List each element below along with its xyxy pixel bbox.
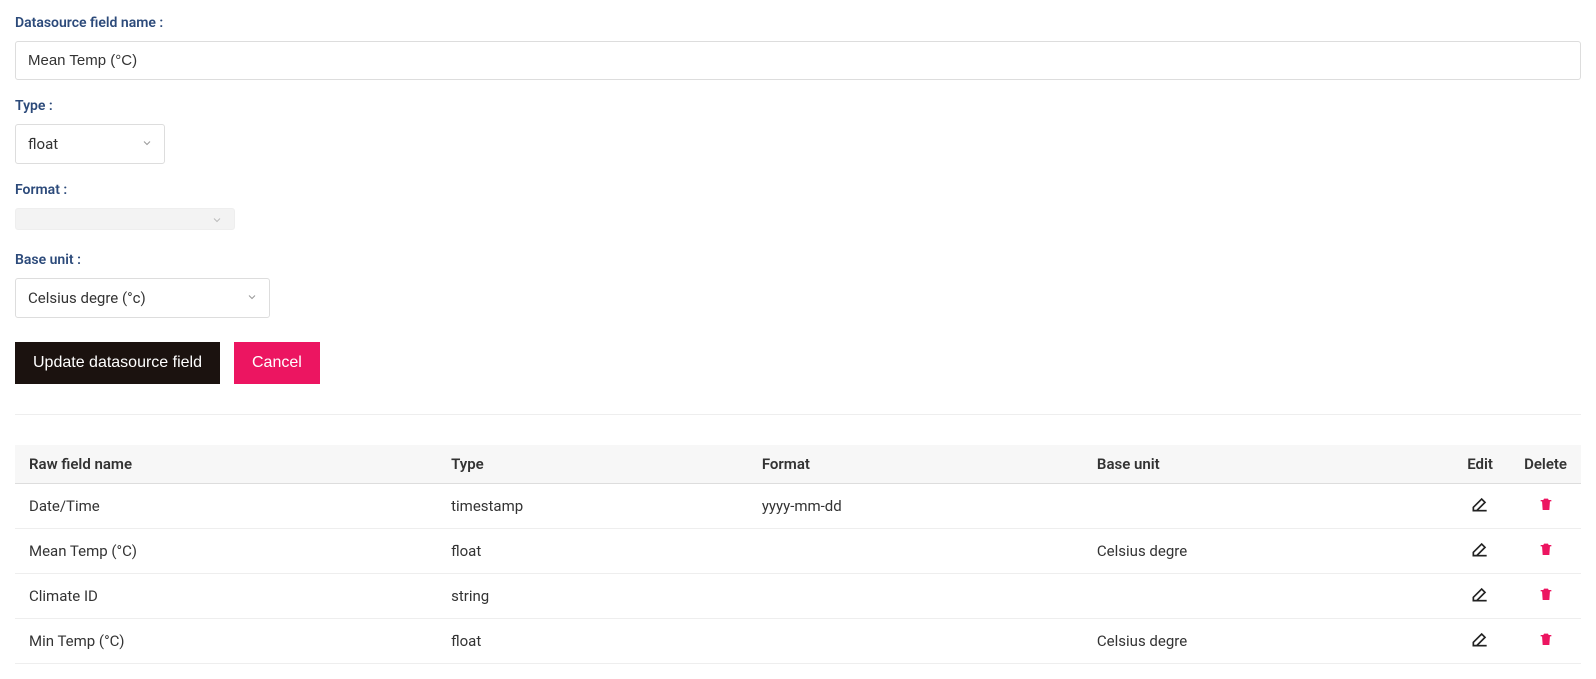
- fields-table: Raw field name Type Format Base unit Edi…: [15, 445, 1581, 664]
- base-unit-label: Base unit :: [15, 252, 1581, 268]
- cell-delete: [1510, 529, 1581, 574]
- cell-type: float: [437, 529, 748, 574]
- cell-base_unit: Celsius degre: [1083, 529, 1450, 574]
- base-unit-select[interactable]: Celsius degre (°c): [15, 278, 270, 318]
- trash-icon[interactable]: [1538, 630, 1554, 648]
- cell-type: timestamp: [437, 484, 748, 529]
- cell-type: float: [437, 619, 748, 664]
- table-row: Mean Temp (°C)float Celsius degre: [15, 529, 1581, 574]
- edit-icon[interactable]: [1470, 584, 1490, 604]
- table-row: Date/Timetimestampyyyy-mm-dd: [15, 484, 1581, 529]
- type-select[interactable]: float: [15, 124, 165, 164]
- type-label: Type :: [15, 98, 1581, 114]
- update-datasource-field-button[interactable]: Update datasource field: [15, 342, 220, 384]
- edit-icon[interactable]: [1470, 494, 1490, 514]
- cell-edit: [1450, 484, 1510, 529]
- type-select-value: float: [15, 124, 165, 164]
- table-row: Climate IDstring: [15, 574, 1581, 619]
- cell-base_unit: [1083, 484, 1450, 529]
- col-edit: Edit: [1450, 445, 1510, 484]
- cell-format: yyyy-mm-dd: [748, 484, 1083, 529]
- col-type: Type: [437, 445, 748, 484]
- cell-delete: [1510, 574, 1581, 619]
- trash-icon[interactable]: [1538, 495, 1554, 513]
- divider: [15, 414, 1581, 415]
- cell-edit: [1450, 529, 1510, 574]
- base-unit-select-value: Celsius degre (°c): [15, 278, 270, 318]
- col-delete: Delete: [1510, 445, 1581, 484]
- cell-edit: [1450, 574, 1510, 619]
- form-actions: Update datasource field Cancel: [15, 342, 1581, 384]
- cell-base_unit: Celsius degre: [1083, 619, 1450, 664]
- cell-raw: Mean Temp (°C): [15, 529, 437, 574]
- col-base-unit: Base unit: [1083, 445, 1450, 484]
- cell-type: string: [437, 574, 748, 619]
- cell-format: [748, 619, 1083, 664]
- table-row: Min Temp (°C)float Celsius degre: [15, 619, 1581, 664]
- table-header-row: Raw field name Type Format Base unit Edi…: [15, 445, 1581, 484]
- cell-raw: Min Temp (°C): [15, 619, 437, 664]
- cell-raw: Date/Time: [15, 484, 437, 529]
- cell-delete: [1510, 484, 1581, 529]
- edit-icon[interactable]: [1470, 539, 1490, 559]
- field-name-input[interactable]: [15, 41, 1581, 80]
- datasource-field-form: Datasource field name : Type : float For…: [15, 15, 1581, 384]
- format-select-value: [15, 208, 235, 230]
- cell-delete: [1510, 619, 1581, 664]
- cell-edit: [1450, 619, 1510, 664]
- col-raw-field-name: Raw field name: [15, 445, 437, 484]
- format-select[interactable]: [15, 208, 235, 234]
- cancel-button[interactable]: Cancel: [234, 342, 320, 384]
- trash-icon[interactable]: [1538, 540, 1554, 558]
- cell-base_unit: [1083, 574, 1450, 619]
- trash-icon[interactable]: [1538, 585, 1554, 603]
- cell-format: [748, 529, 1083, 574]
- field-name-label: Datasource field name :: [15, 15, 1581, 31]
- format-label: Format :: [15, 182, 1581, 198]
- edit-icon[interactable]: [1470, 629, 1490, 649]
- cell-format: [748, 574, 1083, 619]
- cell-raw: Climate ID: [15, 574, 437, 619]
- col-format: Format: [748, 445, 1083, 484]
